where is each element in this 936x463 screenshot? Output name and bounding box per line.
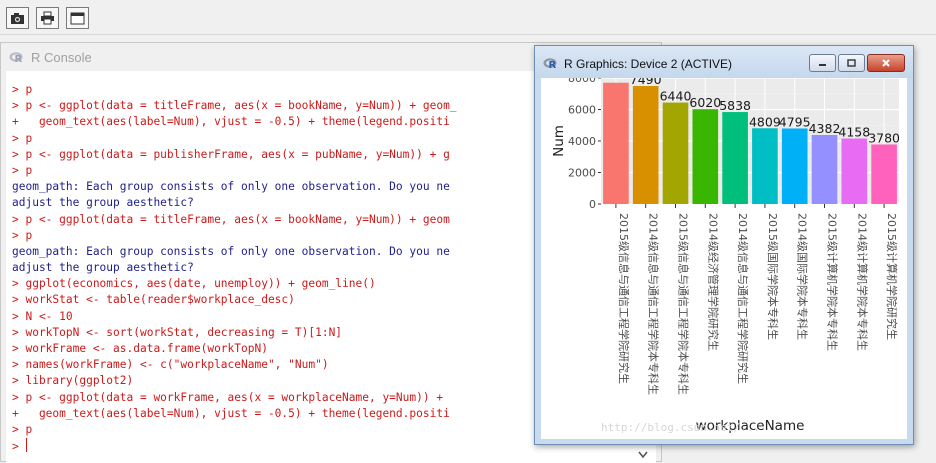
bar: [632, 86, 659, 204]
maximize-icon: [847, 58, 856, 67]
console-command-line: > names(workFrame) <- c("workplaceName",…: [12, 358, 329, 372]
console-command-line: > p: [12, 131, 33, 145]
x-tick-label: 2015级计算机学院研究生: [885, 213, 899, 340]
console-output-line: geom_path: Each group consists of only o…: [12, 244, 450, 258]
data-label: 5838: [719, 98, 751, 113]
console-command-line: > ggplot(economics, aes(date, unemploy))…: [12, 277, 376, 291]
close-button[interactable]: [867, 54, 905, 72]
plot-area[interactable]: 0 2000 4000 6000 8000 2015级信息与通信工程学院研究生 7490 20…: [541, 78, 907, 439]
bar: [752, 128, 778, 204]
bar: [662, 102, 689, 204]
console-command-line: > library(ggplot2): [12, 374, 134, 388]
bar: [781, 128, 808, 204]
window-button[interactable]: [66, 7, 89, 29]
graphics-title-bar[interactable]: R R Graphics: Device 2 (ACTIVE): [535, 46, 913, 78]
console-command-line: > workTopN <- sort(workStat, decreasing …: [12, 325, 343, 339]
console-command-line: > p <- ggplot(data = titleFrame, aes(x =…: [12, 99, 457, 113]
x-tick-label: 2015级国际学院本专科生: [766, 213, 780, 340]
scroll-down-icon[interactable]: [636, 448, 650, 462]
console-command-line: > p <- ggplot(data = publisherFrame, aes…: [12, 147, 450, 161]
window-icon: [70, 12, 85, 24]
bar: [841, 138, 868, 204]
y-axis-title: Num: [551, 125, 567, 157]
text-cursor: [26, 438, 28, 453]
console-command-line: > p: [12, 163, 33, 177]
x-tick-label: 2014级经济管理学院研究生: [706, 213, 720, 351]
console-output-line: adjust the group aesthetic?: [12, 261, 194, 275]
x-tick-label: 2015级信息与通信工程学院研究生: [617, 213, 631, 384]
bar: [871, 144, 897, 204]
bar: [603, 82, 629, 204]
data-label: 4158: [838, 125, 870, 140]
x-tick-label: 2014级国际学院本专科生: [796, 213, 810, 340]
y-tick-label: 2000: [568, 167, 596, 180]
console-command-line: > N <- 10: [12, 309, 73, 323]
data-label: 4809: [749, 114, 781, 129]
bar-chart: 0 2000 4000 6000 8000 2015级信息与通信工程学院研究生 7490 20…: [551, 78, 900, 434]
bar: [811, 134, 838, 204]
console-command-line: > workStat <- table(reader$workplace_des…: [12, 293, 295, 307]
camera-icon: [11, 12, 24, 24]
data-label: 6020: [689, 95, 721, 110]
r-graphics-window[interactable]: R R Graphics: Device 2 (ACTIVE) 0 2000 400…: [534, 45, 914, 445]
y-tick-label: 4000: [568, 135, 596, 148]
console-command-line: > p <- ggplot(data = titleFrame, aes(x =…: [12, 212, 450, 226]
x-tick-label: 2015级计算机学院本专科生: [826, 213, 840, 351]
data-label: 6440: [660, 89, 692, 104]
console-command-line: + geom_text(aes(label=Num), vjust = -0.5…: [12, 115, 450, 129]
bar: [722, 112, 748, 204]
console-output-line: adjust the group aesthetic?: [12, 196, 194, 210]
svg-text:R: R: [15, 54, 23, 63]
r-logo-icon: R: [543, 58, 557, 69]
toolbar: [0, 0, 936, 35]
console-lines: > p > p <- ggplot(data = titleFrame, aes(…: [12, 82, 457, 454]
x-tick-label: 2014级计算机学院本专科生: [855, 213, 869, 351]
data-label: 4795: [779, 114, 811, 129]
maximize-button[interactable]: [838, 54, 865, 72]
graphics-title: R Graphics: Device 2 (ACTIVE): [564, 57, 733, 71]
console-command-line: > p: [12, 422, 33, 436]
print-button[interactable]: [36, 7, 59, 29]
x-tick-label: 2014级信息与通信工程学院本专科生: [647, 213, 661, 395]
bar: [692, 109, 719, 204]
print-icon: [41, 11, 54, 25]
console-output-line: geom_path: Each group consists of only o…: [12, 180, 450, 194]
console-command-line: > p: [12, 83, 33, 96]
minimize-button[interactable]: [809, 54, 836, 72]
console-command-line: > p: [12, 228, 33, 242]
minimize-icon: [819, 63, 826, 66]
console-command-line: > workFrame <- as.data.frame(workTopN): [12, 342, 268, 355]
r-logo-icon: R: [9, 52, 23, 63]
console-title: R Console: [31, 49, 92, 65]
x-tick-label: 2015级信息与通信工程学院本专科生: [677, 213, 691, 395]
y-tick-label: 8000: [568, 78, 596, 85]
copy-graphics-button[interactable]: [6, 7, 29, 29]
y-tick-label: 6000: [568, 104, 596, 117]
x-tick-label: 2014级信息与通信工程学院研究生: [736, 213, 750, 384]
svg-text:R: R: [549, 60, 557, 69]
watermark: http://blog.csdn.net/...: [601, 421, 760, 434]
console-command-line: + geom_text(aes(label=Num), vjust = -0.5…: [12, 406, 450, 420]
data-label: 7490: [630, 78, 662, 87]
data-label: 4382: [809, 121, 841, 136]
y-tick-label: 0: [589, 198, 596, 211]
data-label: 3780: [868, 130, 900, 145]
console-prompt[interactable]: >: [12, 438, 457, 454]
console-command-line: > p <- ggplot(data = workFrame, aes(x = …: [12, 390, 450, 404]
close-icon: [882, 59, 890, 67]
